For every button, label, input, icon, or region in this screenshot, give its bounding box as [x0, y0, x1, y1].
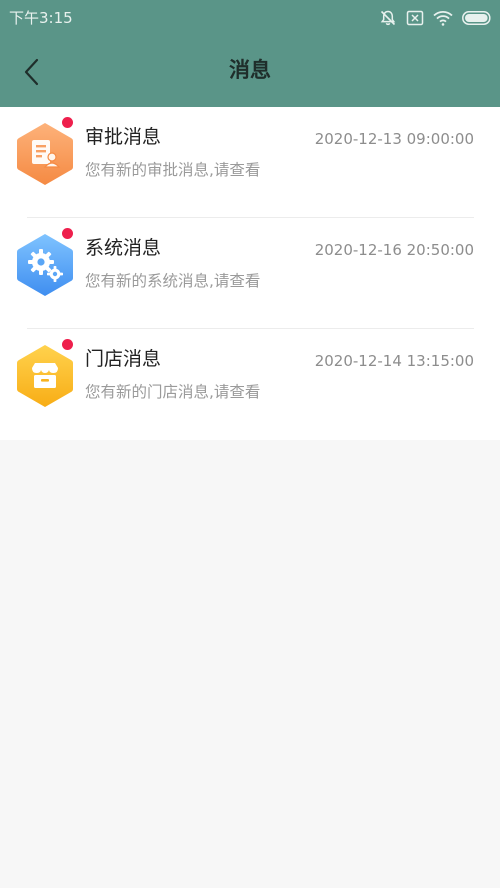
message-item-system[interactable]: 系统消息 2020-12-16 20:50:00 您有新的系统消息,请查看	[0, 218, 500, 329]
back-arrow-icon	[24, 58, 39, 86]
status-time: 下午3:15	[9, 9, 73, 27]
message-time: 2020-12-16 20:50:00	[314, 241, 474, 259]
unread-badge	[62, 228, 73, 239]
unread-badge	[62, 117, 73, 128]
approval-icon-badge	[15, 117, 75, 187]
message-list: 审批消息 2020-12-13 09:00:00 您有新的审批消息,请查看 系统…	[0, 107, 500, 440]
message-preview: 您有新的系统消息,请查看	[85, 272, 261, 290]
battery-icon	[462, 11, 492, 25]
store-icon-badge	[15, 339, 75, 409]
status-icons	[379, 7, 492, 29]
message-item-approval[interactable]: 审批消息 2020-12-13 09:00:00 您有新的审批消息,请查看	[0, 107, 500, 218]
back-button[interactable]	[12, 52, 52, 92]
gears-icon	[28, 249, 63, 282]
message-item-store[interactable]: 门店消息 2020-12-14 13:15:00 您有新的门店消息,请查看	[0, 329, 500, 440]
system-icon-badge	[15, 228, 75, 298]
store-icon	[32, 363, 58, 388]
unread-badge	[62, 339, 73, 350]
message-title: 审批消息	[85, 126, 162, 148]
wifi-icon	[433, 10, 453, 26]
status-bar: 下午3:15	[0, 0, 500, 36]
approval-document-icon	[32, 140, 61, 168]
message-preview: 您有新的门店消息,请查看	[85, 383, 261, 401]
message-title: 门店消息	[85, 348, 162, 370]
message-preview: 您有新的审批消息,请查看	[85, 161, 261, 179]
message-time: 2020-12-14 13:15:00	[314, 352, 474, 370]
no-sim-icon	[406, 10, 424, 26]
header-bar: 消息	[0, 36, 500, 107]
notifications-off-icon	[379, 9, 397, 27]
page-title: 消息	[229, 58, 271, 82]
message-time: 2020-12-13 09:00:00	[314, 130, 474, 148]
message-title: 系统消息	[85, 237, 162, 259]
